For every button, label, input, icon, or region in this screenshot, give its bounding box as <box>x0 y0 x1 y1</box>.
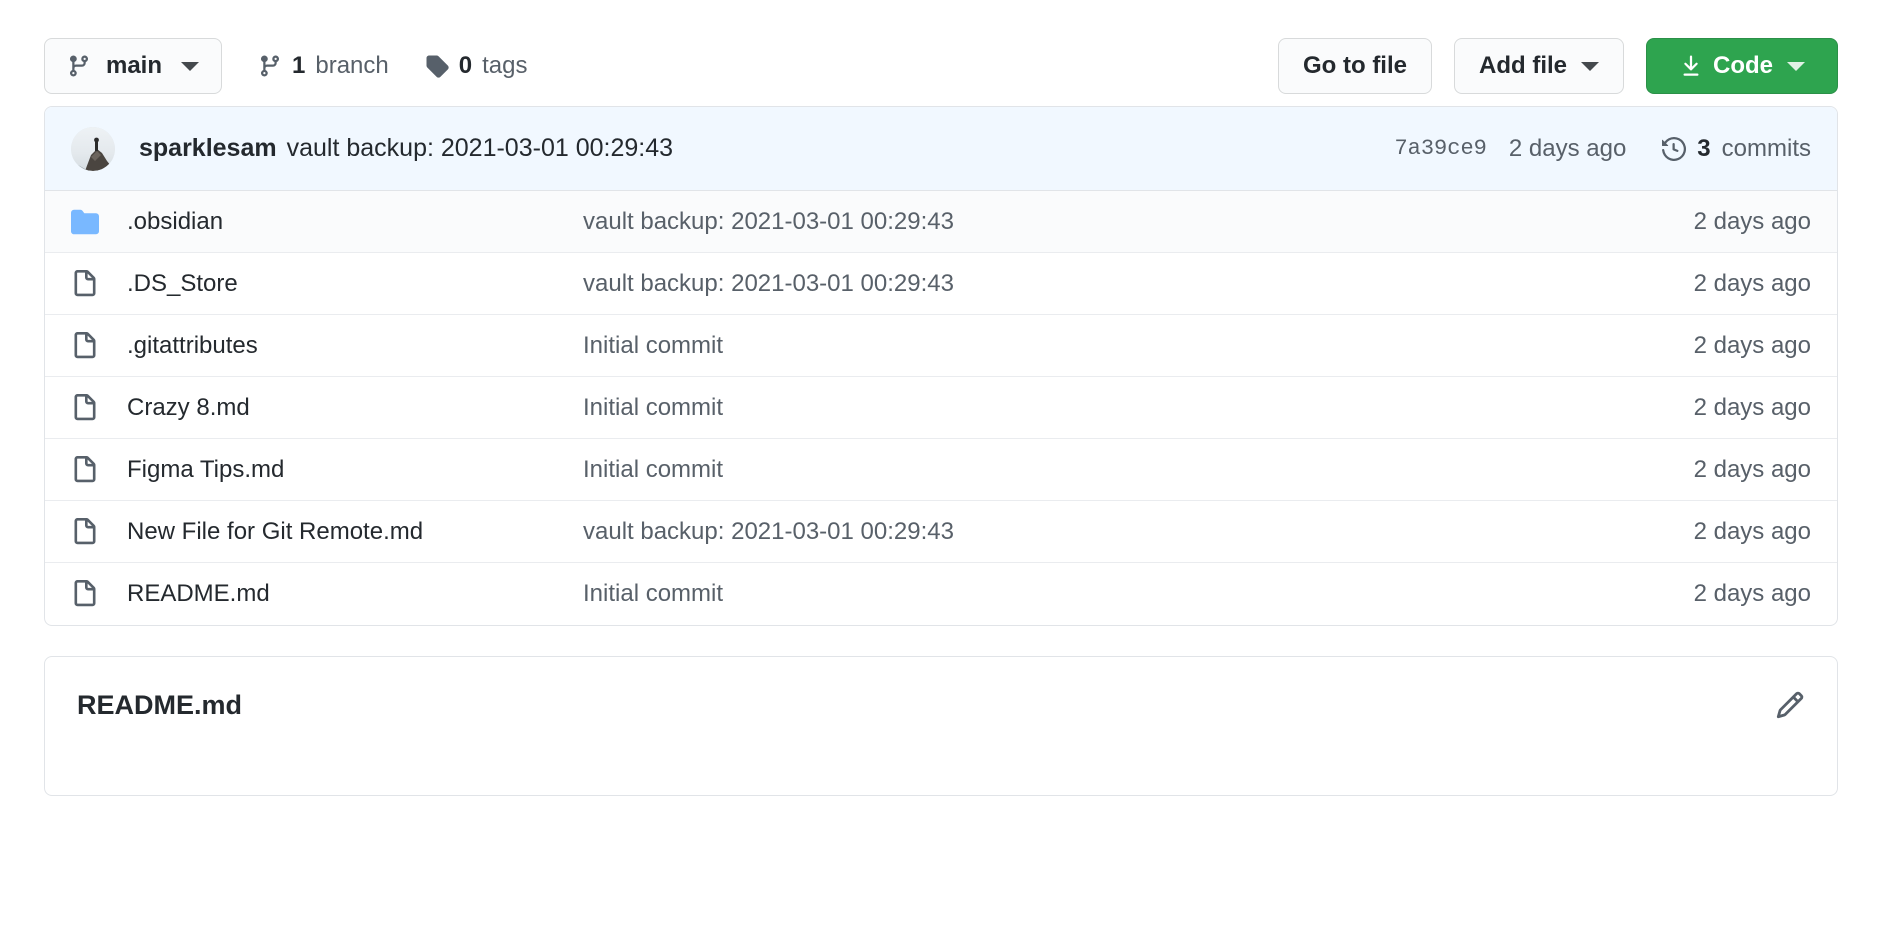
tags-count: 0 <box>459 52 472 80</box>
commit-message[interactable]: vault backup: 2021-03-01 00:29:43 <box>287 134 673 163</box>
table-row[interactable]: .obsidianvault backup: 2021-03-01 00:29:… <box>45 191 1837 253</box>
file-commit-message[interactable]: vault backup: 2021-03-01 00:29:43 <box>583 208 1694 236</box>
branch-name-label: main <box>101 52 167 80</box>
branches-label: branch <box>315 52 388 80</box>
file-name-link[interactable]: .obsidian <box>127 208 583 236</box>
toolbar-left-group: main 1 branch 0 tags <box>44 38 527 94</box>
table-row[interactable]: New File for Git Remote.mdvault backup: … <box>45 501 1837 563</box>
chevron-down-icon <box>1787 62 1805 71</box>
table-row[interactable]: README.mdInitial commit2 days ago <box>45 563 1837 625</box>
code-label: Code <box>1713 52 1773 80</box>
latest-commit-bar: sparklesam vault backup: 2021-03-01 00:2… <box>45 107 1837 191</box>
file-icon <box>71 332 127 360</box>
pencil-icon[interactable] <box>1775 690 1805 720</box>
file-icon <box>71 270 127 298</box>
file-commit-time: 2 days ago <box>1694 456 1811 484</box>
tags-label: tags <box>482 52 527 80</box>
branches-link[interactable]: 1 branch <box>258 52 389 80</box>
file-commit-time: 2 days ago <box>1694 394 1811 422</box>
file-icon <box>71 580 127 608</box>
commit-author[interactable]: sparklesam <box>139 134 277 163</box>
table-row[interactable]: Figma Tips.mdInitial commit2 days ago <box>45 439 1837 501</box>
commit-sha[interactable]: 7a39ce9 <box>1394 136 1486 161</box>
git-branch-icon <box>67 54 91 78</box>
file-commit-time: 2 days ago <box>1694 332 1811 360</box>
file-list-container: sparklesam vault backup: 2021-03-01 00:2… <box>44 106 1838 626</box>
file-name-link[interactable]: .DS_Store <box>127 270 583 298</box>
chevron-down-icon <box>181 62 199 71</box>
file-name-link[interactable]: .gitattributes <box>127 332 583 360</box>
commit-meta: 7a39ce9 2 days ago 3 commits <box>1394 135 1811 163</box>
file-commit-message[interactable]: Initial commit <box>583 456 1694 484</box>
file-icon <box>71 456 127 484</box>
file-commit-message[interactable]: Initial commit <box>583 394 1694 422</box>
file-commit-time: 2 days ago <box>1694 270 1811 298</box>
folder-icon <box>71 208 127 236</box>
commit-time: 2 days ago <box>1509 135 1626 163</box>
download-icon <box>1679 54 1703 78</box>
table-row[interactable]: .gitattributesInitial commit2 days ago <box>45 315 1837 377</box>
file-name-link[interactable]: README.md <box>127 580 583 608</box>
table-row[interactable]: Crazy 8.mdInitial commit2 days ago <box>45 377 1837 439</box>
file-commit-message[interactable]: Initial commit <box>583 332 1694 360</box>
go-to-file-label: Go to file <box>1303 52 1407 80</box>
file-commit-message[interactable]: Initial commit <box>583 580 1694 608</box>
commits-count-label: commits <box>1722 135 1811 163</box>
tag-icon <box>425 54 449 78</box>
toolbar-right-group: Go to file Add file Code <box>1278 38 1838 94</box>
file-name-link[interactable]: Crazy 8.md <box>127 394 583 422</box>
code-button[interactable]: Code <box>1646 38 1838 94</box>
avatar[interactable] <box>71 127 115 171</box>
file-icon <box>71 518 127 546</box>
branches-count: 1 <box>292 52 305 80</box>
tags-link[interactable]: 0 tags <box>425 52 528 80</box>
file-commit-time: 2 days ago <box>1694 518 1811 546</box>
readme-title: README.md <box>77 690 242 721</box>
git-branch-icon <box>258 54 282 78</box>
file-commit-time: 2 days ago <box>1694 580 1811 608</box>
readme-header: README.md <box>45 657 1837 753</box>
commits-count-value: 3 <box>1697 135 1710 163</box>
repo-toolbar: main 1 branch 0 tags <box>44 0 1838 106</box>
file-name-link[interactable]: New File for Git Remote.md <box>127 518 583 546</box>
file-icon <box>71 394 127 422</box>
history-icon <box>1662 137 1686 161</box>
repository-file-browser: main 1 branch 0 tags <box>0 0 1882 940</box>
branch-selector-button[interactable]: main <box>44 38 222 94</box>
file-commit-message[interactable]: vault backup: 2021-03-01 00:29:43 <box>583 270 1694 298</box>
file-commit-time: 2 days ago <box>1694 208 1811 236</box>
file-rows: .obsidianvault backup: 2021-03-01 00:29:… <box>45 191 1837 625</box>
chevron-down-icon <box>1581 62 1599 71</box>
table-row[interactable]: .DS_Storevault backup: 2021-03-01 00:29:… <box>45 253 1837 315</box>
add-file-label: Add file <box>1479 52 1567 80</box>
commits-history-link[interactable]: 3 commits <box>1662 135 1811 163</box>
add-file-button[interactable]: Add file <box>1454 38 1624 94</box>
readme-panel: README.md <box>44 656 1838 796</box>
file-name-link[interactable]: Figma Tips.md <box>127 456 583 484</box>
file-commit-message[interactable]: vault backup: 2021-03-01 00:29:43 <box>583 518 1694 546</box>
go-to-file-button[interactable]: Go to file <box>1278 38 1432 94</box>
